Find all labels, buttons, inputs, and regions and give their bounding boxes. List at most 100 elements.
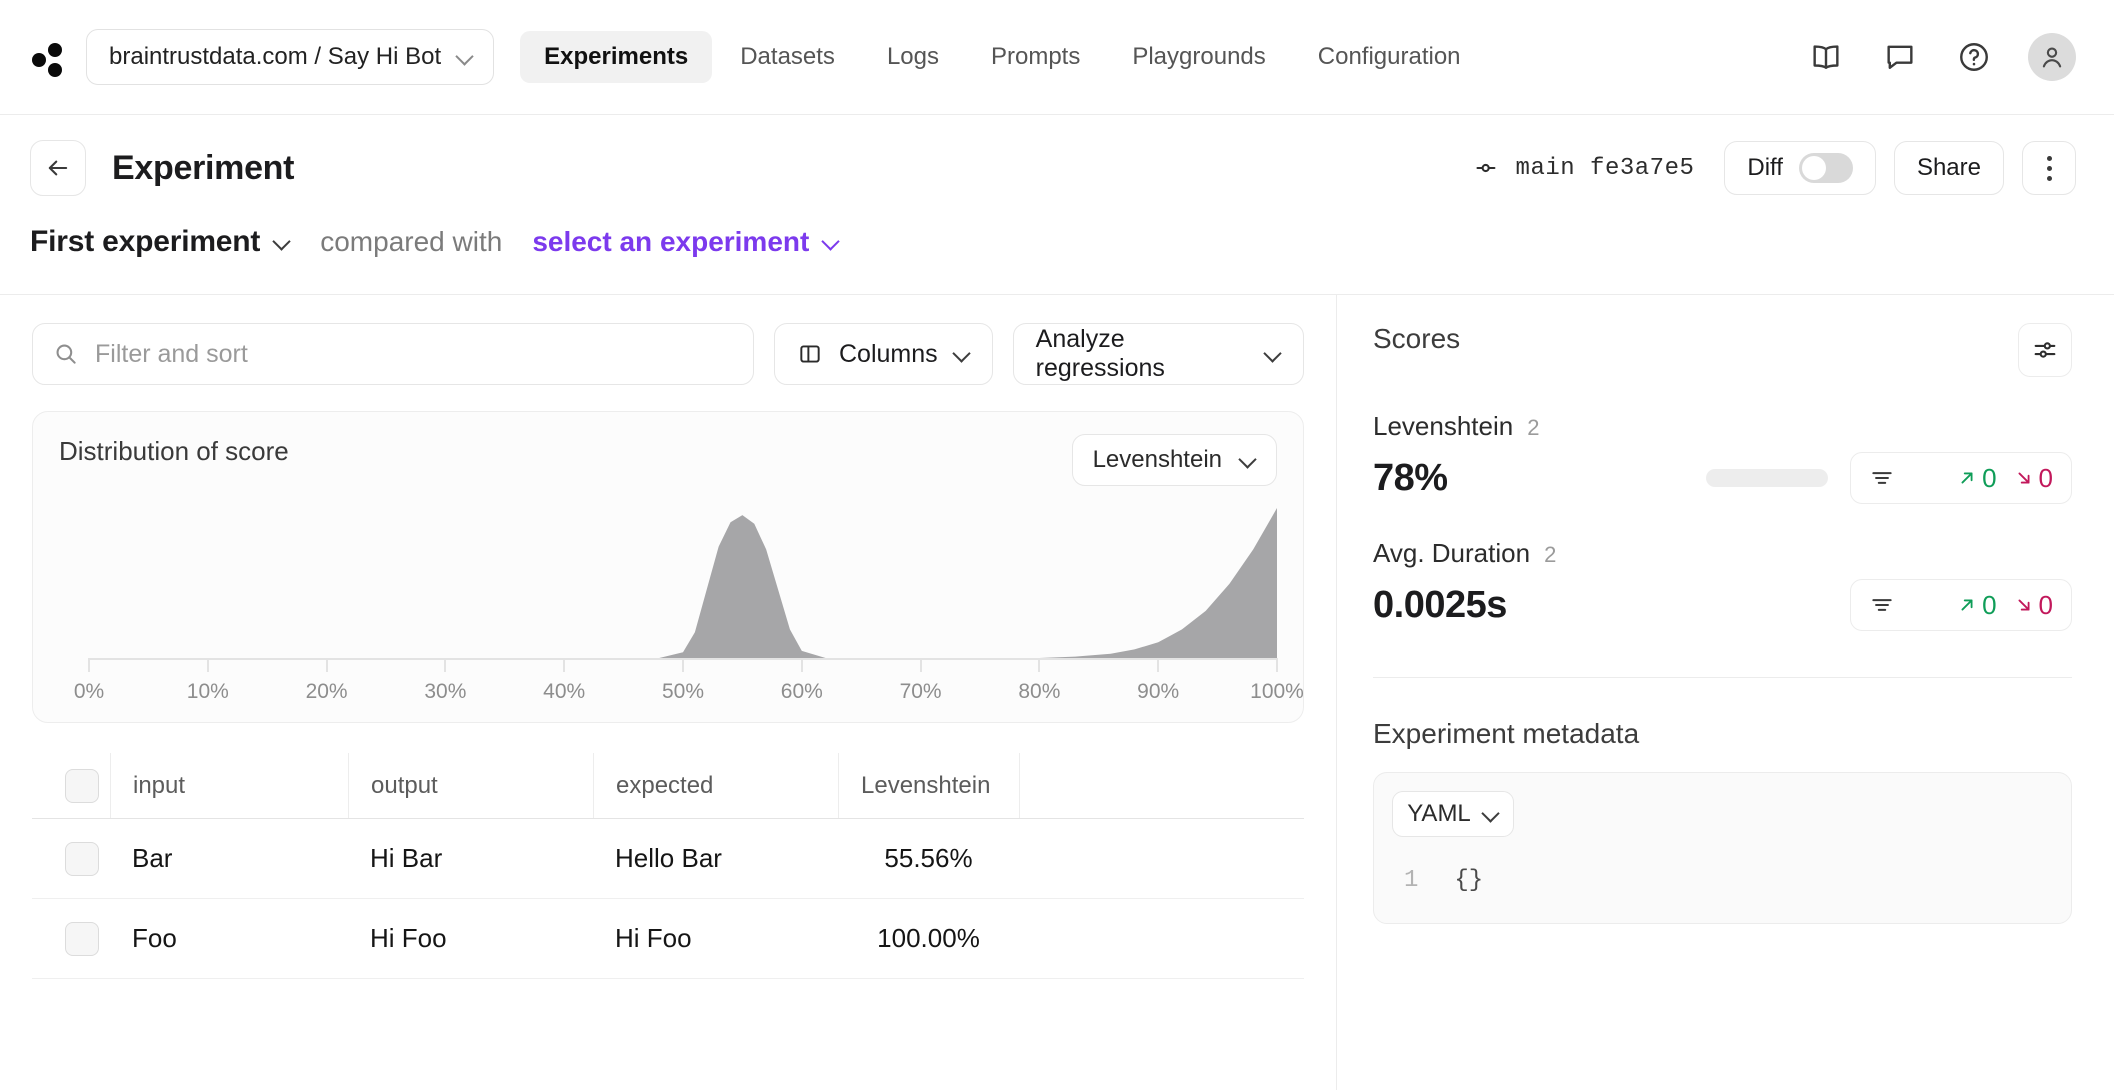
axis-tick-label: 10%	[187, 680, 229, 704]
metadata-format-selector[interactable]: YAML	[1392, 791, 1514, 837]
main-content: Filter and sort Columns Analyze regressi…	[0, 295, 1336, 1090]
score-name: Levenshtein	[1373, 411, 1513, 442]
tab-datasets[interactable]: Datasets	[716, 31, 859, 83]
panel-divider	[1373, 677, 2072, 678]
distribution-area-path	[89, 508, 1277, 658]
columns-button[interactable]: Columns	[774, 323, 993, 385]
column-header-input[interactable]: input	[110, 753, 348, 818]
columns-icon	[797, 341, 823, 367]
select-all-checkbox[interactable]	[65, 769, 99, 803]
axis-tick	[207, 658, 209, 672]
axis-tick	[444, 658, 446, 672]
select-experiment-link[interactable]: select an experiment	[532, 226, 809, 258]
column-header-expected[interactable]: expected	[593, 753, 838, 818]
share-button[interactable]: Share	[1894, 141, 2004, 195]
top-navigation-bar: braintrustdata.com / Say Hi Bot Experime…	[0, 0, 2114, 115]
axis-tick	[1038, 658, 1040, 672]
cell-input: Bar	[110, 819, 348, 898]
axis-tick-label: 60%	[781, 680, 823, 704]
table-header-row: input output expected Levenshtein	[32, 753, 1304, 819]
scores-title: Scores	[1373, 323, 1460, 355]
analyze-label: Analyze regressions	[1036, 325, 1249, 383]
diff-toggle-switch[interactable]	[1799, 153, 1853, 183]
chart-metric-selector[interactable]: Levenshtein	[1072, 434, 1277, 486]
chevron-down-icon[interactable]	[823, 234, 839, 250]
git-branch-info: main fe3a7e5	[1474, 154, 1695, 182]
score-delta-box[interactable]: 0 0	[1850, 452, 2072, 504]
results-table: input output expected Levenshtein Bar Hi…	[32, 753, 1304, 979]
code-content: {}	[1454, 867, 1483, 894]
cell-expected: Hi Foo	[593, 899, 838, 978]
help-circle-icon[interactable]	[1954, 37, 1994, 77]
tab-configuration[interactable]: Configuration	[1294, 31, 1485, 83]
braintrust-dots-logo[interactable]	[26, 34, 72, 80]
axis-tick-label: 0%	[74, 680, 104, 704]
column-header-levenshtein[interactable]: Levenshtein	[838, 753, 1019, 818]
sliders-icon[interactable]	[2018, 323, 2072, 377]
cell-score: 55.56%	[838, 819, 1019, 898]
analyze-regressions-button[interactable]: Analyze regressions	[1013, 323, 1304, 385]
arrow-down-right-icon	[2013, 594, 2035, 616]
search-placeholder: Filter and sort	[95, 340, 248, 369]
tab-experiments[interactable]: Experiments	[520, 31, 712, 83]
chevron-down-icon	[1265, 346, 1281, 362]
arrow-down-right-icon	[2013, 467, 2035, 489]
code-line-number: 1	[1404, 867, 1418, 894]
experiment-compare-row: First experiment compared with select an…	[30, 225, 2076, 259]
score-label-row: Avg. Duration 2	[1373, 538, 2072, 569]
user-avatar-icon[interactable]	[2028, 33, 2076, 81]
chart-x-axis	[89, 658, 1277, 674]
distribution-plot	[89, 508, 1277, 658]
experiment-header-top-row: Experiment main fe3a7e5 Diff Share	[30, 137, 2076, 199]
row-checkbox[interactable]	[65, 922, 99, 956]
improvement-count: 0	[1956, 590, 1996, 621]
row-checkbox[interactable]	[65, 842, 99, 876]
regression-count: 0	[2013, 463, 2053, 494]
score-item-levenshtein: Levenshtein 2 78%	[1373, 411, 2072, 504]
tab-prompts[interactable]: Prompts	[967, 31, 1104, 83]
improvement-value: 0	[1982, 590, 1996, 621]
diff-toggle-button[interactable]: Diff	[1724, 141, 1876, 195]
score-name: Avg. Duration	[1373, 538, 1530, 569]
experiment-name[interactable]: First experiment	[30, 225, 260, 259]
table-row[interactable]: Foo Hi Foo Hi Foo 100.00%	[32, 899, 1304, 979]
side-panel: Scores Levenshtein 2 78%	[1336, 295, 2114, 1090]
chat-bubble-icon[interactable]	[1880, 37, 1920, 77]
branch-text: main fe3a7e5	[1516, 155, 1695, 182]
project-selector-label: braintrustdata.com / Say Hi Bot	[109, 43, 441, 71]
score-delta-box[interactable]: 0 0	[1850, 579, 2072, 631]
share-label: Share	[1917, 154, 1981, 182]
chevron-down-icon[interactable]	[274, 234, 290, 250]
search-input[interactable]: Filter and sort	[32, 323, 754, 385]
improvement-value: 0	[1982, 463, 1996, 494]
filter-lines-icon	[1869, 592, 1895, 618]
arrow-up-right-icon	[1956, 467, 1978, 489]
score-value: 78%	[1373, 457, 1448, 500]
more-vertical-icon[interactable]	[2022, 141, 2076, 195]
chevron-down-icon	[1483, 806, 1499, 822]
project-selector[interactable]: braintrustdata.com / Say Hi Bot	[86, 29, 494, 85]
select-all-cell	[32, 753, 110, 818]
score-count: 2	[1527, 415, 1539, 441]
score-distribution-card: Distribution of score Levenshtein 0%10%2…	[32, 411, 1304, 723]
page-body: Filter and sort Columns Analyze regressi…	[0, 295, 2114, 1090]
tab-logs[interactable]: Logs	[863, 31, 963, 83]
improvement-count: 0	[1956, 463, 1996, 494]
cell-expected: Hello Bar	[593, 819, 838, 898]
experiment-metadata-box: YAML 1 {}	[1373, 772, 2072, 924]
scores-header: Scores	[1373, 323, 2072, 377]
axis-tick-label: 20%	[306, 680, 348, 704]
score-value-row: 0.0025s 0	[1373, 579, 2072, 631]
cell-input: Foo	[110, 899, 348, 978]
column-header-output[interactable]: output	[348, 753, 593, 818]
cell-output: Hi Bar	[348, 819, 593, 898]
experiment-header: Experiment main fe3a7e5 Diff Share	[0, 115, 2114, 295]
table-toolbar: Filter and sort Columns Analyze regressi…	[32, 323, 1304, 385]
row-select-cell	[32, 819, 110, 898]
axis-tick	[682, 658, 684, 672]
nav-actions	[1806, 33, 2076, 81]
back-button[interactable]	[30, 140, 86, 196]
book-icon[interactable]	[1806, 37, 1846, 77]
tab-playgrounds[interactable]: Playgrounds	[1108, 31, 1289, 83]
table-row[interactable]: Bar Hi Bar Hello Bar 55.56%	[32, 819, 1304, 899]
